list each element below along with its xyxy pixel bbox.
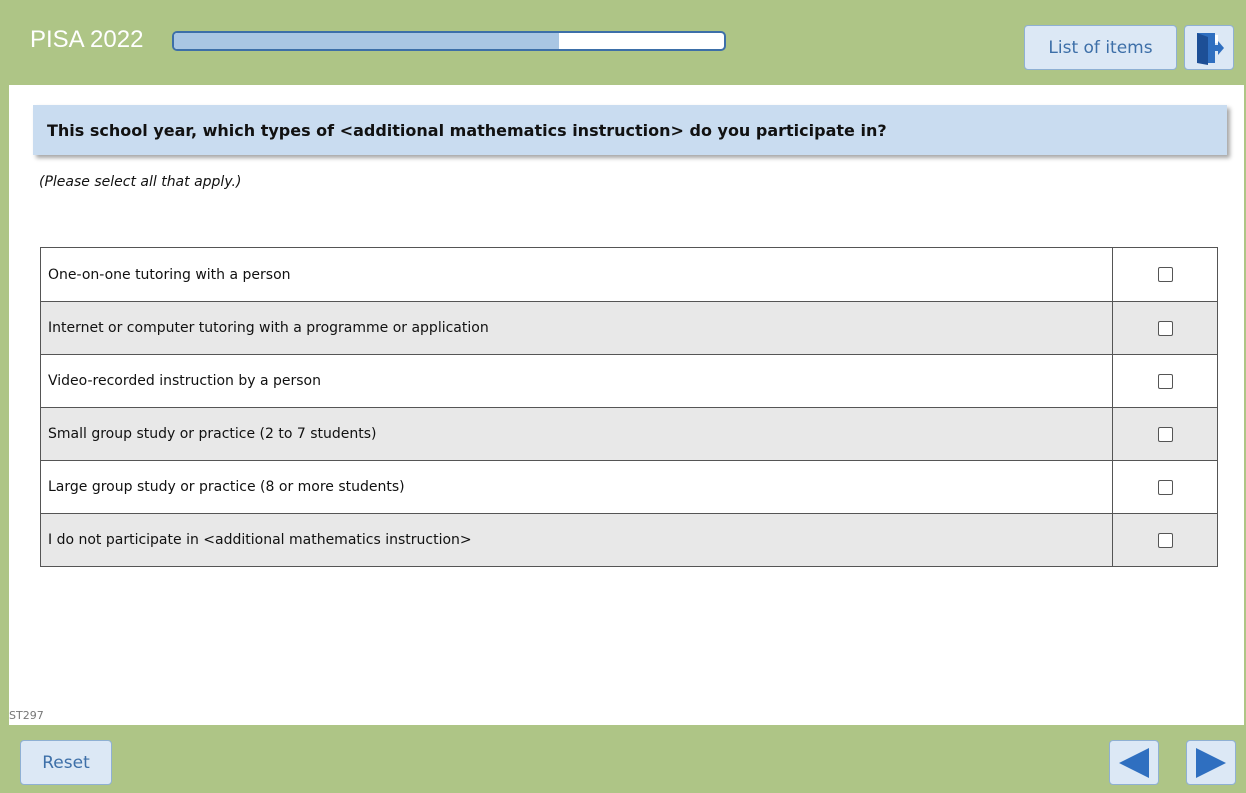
option-checkbox-cell <box>1113 461 1217 513</box>
option-checkbox-cell <box>1113 355 1217 407</box>
progress-bar <box>172 31 726 51</box>
option-checkbox-cell <box>1113 408 1217 460</box>
arrow-right-icon <box>1196 747 1226 778</box>
question-panel: This school year, which types of <additi… <box>9 85 1244 725</box>
item-code: ST297 <box>9 709 44 722</box>
exit-door-icon <box>1197 32 1224 65</box>
next-button[interactable] <box>1186 740 1236 785</box>
list-of-items-button[interactable]: List of items <box>1024 25 1177 70</box>
option-row: Small group study or practice (2 to 7 st… <box>41 407 1217 460</box>
option-checkbox[interactable] <box>1157 426 1173 442</box>
option-checkbox[interactable] <box>1157 320 1173 336</box>
question-header: This school year, which types of <additi… <box>33 105 1227 155</box>
app-title: PISA 2022 <box>30 26 144 53</box>
options-table: One-on-one tutoring with a person Intern… <box>40 247 1218 567</box>
progress-fill <box>174 33 559 49</box>
option-row: I do not participate in <additional math… <box>41 513 1217 566</box>
option-label: Video-recorded instruction by a person <box>41 355 1113 407</box>
option-checkbox[interactable] <box>1157 267 1173 282</box>
option-checkbox[interactable] <box>1157 373 1173 389</box>
option-label: One-on-one tutoring with a person <box>41 248 1113 301</box>
exit-button[interactable] <box>1184 25 1234 70</box>
option-row: Internet or computer tutoring with a pro… <box>41 301 1217 354</box>
header-bar: PISA 2022 List of items <box>0 0 1246 85</box>
arrow-left-icon <box>1119 747 1149 778</box>
option-checkbox[interactable] <box>1157 532 1173 548</box>
option-checkbox[interactable] <box>1157 479 1173 495</box>
previous-button[interactable] <box>1109 740 1159 785</box>
option-row: Video-recorded instruction by a person <box>41 354 1217 407</box>
option-label: I do not participate in <additional math… <box>41 514 1113 566</box>
option-label: Internet or computer tutoring with a pro… <box>41 302 1113 354</box>
option-label: Large group study or practice (8 or more… <box>41 461 1113 513</box>
reset-button[interactable]: Reset <box>20 740 112 785</box>
instruction-text: (Please select all that apply.) <box>39 174 242 190</box>
option-checkbox-cell <box>1113 514 1217 566</box>
question-text: This school year, which types of <additi… <box>47 120 887 140</box>
option-checkbox-cell <box>1113 302 1217 354</box>
option-row: One-on-one tutoring with a person <box>41 248 1217 301</box>
option-label: Small group study or practice (2 to 7 st… <box>41 408 1113 460</box>
option-row: Large group study or practice (8 or more… <box>41 460 1217 513</box>
option-checkbox-cell <box>1113 248 1217 301</box>
